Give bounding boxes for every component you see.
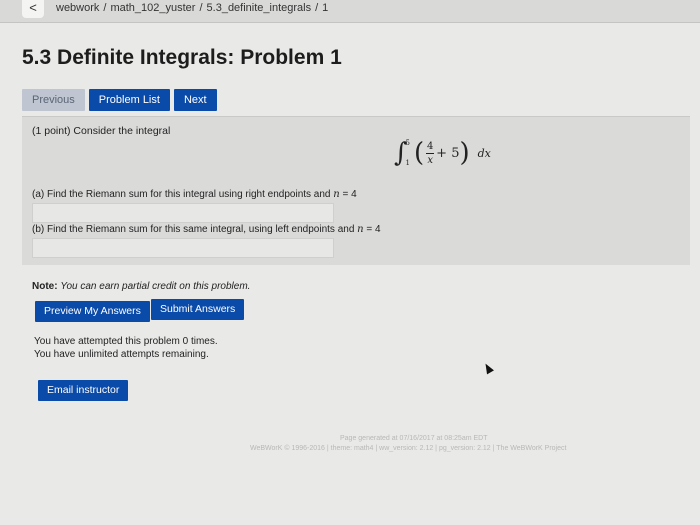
- integral-sign: ∫: [394, 138, 408, 168]
- problem-intro: (1 point) Consider the integral: [32, 125, 171, 137]
- back-icon[interactable]: <: [22, 0, 44, 18]
- partial-credit-note: Note: You can earn partial credit on thi…: [32, 281, 250, 292]
- part-b-text: (b) Find the Riemann sum for this same i…: [32, 224, 355, 235]
- preview-answers-button[interactable]: Preview My Answers: [35, 301, 150, 322]
- problem-box: (1 point) Consider the integral ∫ 5 1 ( …: [22, 116, 690, 265]
- frac-denominator: x: [427, 154, 433, 166]
- breadcrumb-item[interactable]: 5.3_definite_integrals: [207, 2, 312, 14]
- attempts-count: You have attempted this problem 0 times.: [34, 336, 218, 347]
- note-label: Note:: [32, 281, 58, 292]
- frac-numerator: 4: [426, 140, 434, 152]
- part-b-var: n: [357, 224, 364, 235]
- mouse-cursor-icon: [482, 361, 494, 375]
- problem-list-button[interactable]: Problem List: [88, 89, 170, 111]
- breadcrumb: webwork / math_102_yuster/5.3_definite_int…: [56, 2, 329, 14]
- attempts-remaining: You have unlimited attempts remaining.: [34, 349, 209, 360]
- part-a-text: (a) Find the Riemann sum for this integr…: [32, 189, 331, 200]
- next-button[interactable]: Next: [173, 89, 217, 111]
- breadcrumb-item[interactable]: webwork: [56, 2, 99, 14]
- frac-bar: [426, 152, 435, 154]
- answer-input-b[interactable]: [32, 238, 334, 258]
- previous-button[interactable]: Previous: [22, 89, 85, 111]
- part-a-question: (a) Find the Riemann sum for this integr…: [32, 189, 357, 200]
- page-generated-footer: Page generated at 07/16/2017 at 08:25am …: [340, 435, 488, 442]
- right-paren: ): [459, 138, 470, 168]
- left-paren: (: [414, 138, 425, 168]
- breadcrumb-item: 1: [322, 2, 329, 14]
- part-a-var: n: [333, 189, 340, 200]
- problem-nav: Previous Problem List Next: [22, 89, 217, 111]
- submit-answers-button[interactable]: Submit Answers: [151, 299, 245, 320]
- part-a-eq: = 4: [342, 189, 357, 200]
- breadcrumb-item[interactable]: math_102_yuster: [110, 2, 195, 14]
- email-instructor-button[interactable]: Email instructor: [38, 380, 129, 401]
- integral-expression: ∫ 5 1 ( 4 x + 5 ) dx: [394, 139, 491, 167]
- attempts-info: You have attempted this problem 0 times.…: [34, 335, 218, 361]
- page-title: 5.3 Definite Integrals: Problem 1: [22, 46, 342, 69]
- browser-topbar: < webwork / math_102_yuster/5.3_definite_i…: [0, 0, 700, 23]
- fraction: 4 x: [426, 140, 435, 166]
- note-text: You can earn partial credit on this prob…: [60, 281, 251, 292]
- version-footer: WeBWorK © 1996-2016 | theme: math4 | ww_…: [250, 445, 567, 452]
- answer-input-a[interactable]: [32, 203, 334, 223]
- part-b-eq: = 4: [366, 224, 381, 235]
- differential: dx: [477, 146, 491, 160]
- part-b-question: (b) Find the Riemann sum for this same i…: [32, 224, 381, 235]
- plus-term: + 5: [436, 145, 460, 161]
